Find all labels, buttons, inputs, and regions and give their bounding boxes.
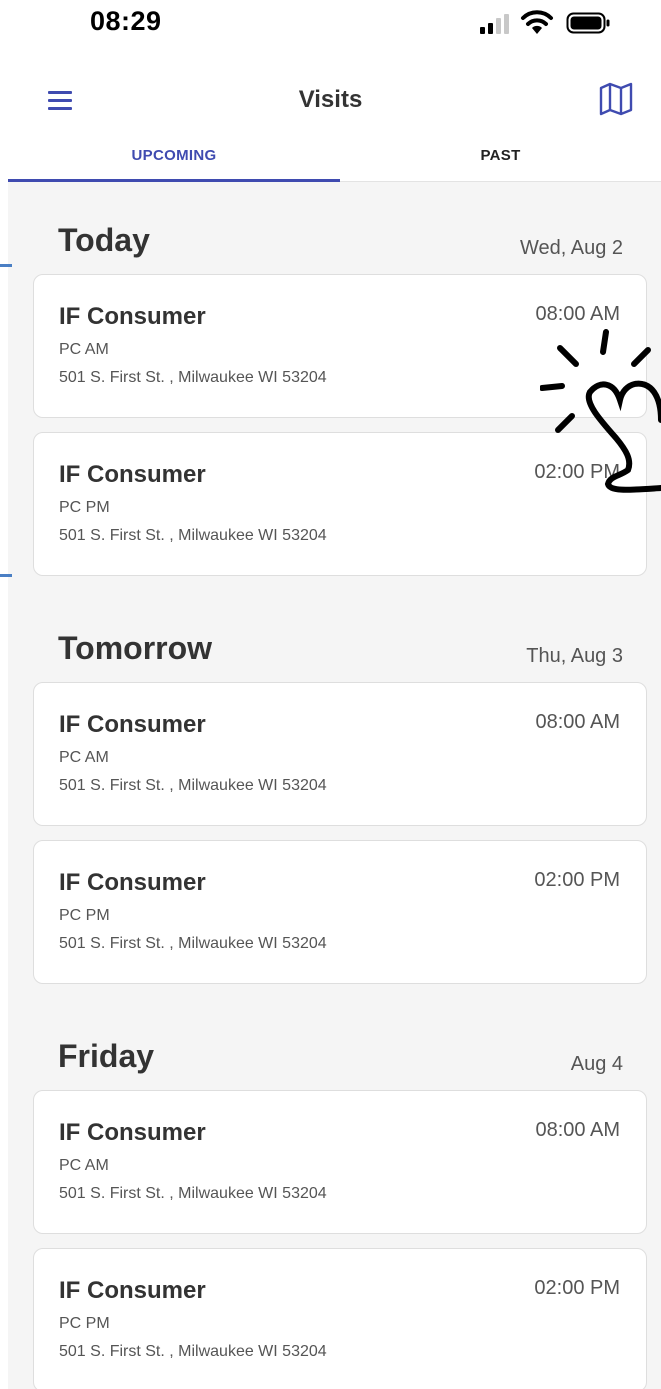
visit-type: PC AM xyxy=(59,341,109,358)
visit-address: 501 S. First St. , Milwaukee WI 53204 xyxy=(59,527,327,544)
visit-card[interactable]: IF Consumer 02:00 PM PC PM 501 S. First … xyxy=(33,1248,647,1389)
day-heading-friday: Friday xyxy=(58,1038,155,1074)
visit-time: 02:00 PM xyxy=(534,461,620,483)
signal-icon xyxy=(480,14,509,34)
day-heading-today: Today xyxy=(58,222,150,258)
visit-card[interactable]: IF Consumer 08:00 AM PC AM 501 S. First … xyxy=(33,682,647,826)
visit-name: IF Consumer xyxy=(59,461,206,488)
visit-name: IF Consumer xyxy=(59,1119,206,1146)
visits-list[interactable]: Today Wed, Aug 2 IF Consumer 08:00 AM PC… xyxy=(8,182,661,1389)
visit-time: 08:00 AM xyxy=(535,1119,620,1141)
visit-time: 08:00 AM xyxy=(535,711,620,733)
visit-address: 501 S. First St. , Milwaukee WI 53204 xyxy=(59,1185,327,1202)
page-title: Visits xyxy=(298,86,363,113)
tab-past[interactable]: PAST xyxy=(340,136,661,182)
visit-card[interactable]: IF Consumer 02:00 PM PC PM 501 S. First … xyxy=(33,432,647,576)
visit-card[interactable]: IF Consumer 08:00 AM PC AM 501 S. First … xyxy=(33,1090,647,1234)
app-header: Visits xyxy=(0,48,661,136)
visit-name: IF Consumer xyxy=(59,869,206,896)
day-date-tomorrow: Thu, Aug 3 xyxy=(526,645,623,667)
visit-time: 02:00 PM xyxy=(534,1277,620,1299)
battery-icon xyxy=(566,12,610,34)
visit-type: PC AM xyxy=(59,1157,109,1174)
visit-address: 501 S. First St. , Milwaukee WI 53204 xyxy=(59,1343,327,1360)
visit-address: 501 S. First St. , Milwaukee WI 53204 xyxy=(59,369,327,386)
status-bar: 08:29 xyxy=(0,0,661,48)
tab-upcoming[interactable]: UPCOMING xyxy=(8,136,340,182)
visit-name: IF Consumer xyxy=(59,1277,206,1304)
map-icon[interactable] xyxy=(597,82,635,116)
visit-type: PC AM xyxy=(59,749,109,766)
status-icons xyxy=(480,10,620,36)
edge-marker xyxy=(0,264,12,267)
visit-card[interactable]: IF Consumer 08:00 AM PC AM 501 S. First … xyxy=(33,274,647,418)
day-date-today: Wed, Aug 2 xyxy=(519,237,623,259)
edge-marker xyxy=(0,574,12,577)
visit-type: PC PM xyxy=(59,907,110,924)
visit-type: PC PM xyxy=(59,499,110,516)
visit-name: IF Consumer xyxy=(59,711,206,738)
visit-type: PC PM xyxy=(59,1315,110,1332)
visit-address: 501 S. First St. , Milwaukee WI 53204 xyxy=(59,777,327,794)
visit-card[interactable]: IF Consumer 02:00 PM PC PM 501 S. First … xyxy=(33,840,647,984)
day-heading-tomorrow: Tomorrow xyxy=(58,630,213,666)
visit-address: 501 S. First St. , Milwaukee WI 53204 xyxy=(59,935,327,952)
visit-time: 08:00 AM xyxy=(535,303,620,325)
visit-time: 02:00 PM xyxy=(534,869,620,891)
wifi-icon xyxy=(521,10,553,34)
visit-name: IF Consumer xyxy=(59,303,206,330)
status-time: 08:29 xyxy=(90,6,162,36)
day-date-friday: Aug 4 xyxy=(570,1053,623,1075)
visit-tabs: UPCOMING PAST xyxy=(8,136,661,182)
